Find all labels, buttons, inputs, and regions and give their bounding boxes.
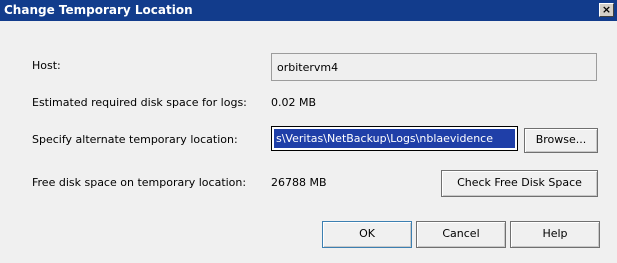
browse-button[interactable]: Browse...	[524, 128, 598, 153]
check-free-disk-space-button[interactable]: Check Free Disk Space	[441, 170, 598, 197]
free-space-value: 26788 MB	[271, 176, 327, 189]
check-free-disk-space-label: Check Free Disk Space	[457, 176, 582, 189]
window-title: Change Temporary Location	[4, 3, 193, 17]
ok-button[interactable]: OK	[322, 221, 412, 248]
change-temporary-location-dialog: Change Temporary Location × Host: orbite…	[0, 0, 617, 263]
host-value: orbitervm4	[277, 61, 339, 74]
cancel-button[interactable]: Cancel	[416, 221, 506, 248]
title-bar[interactable]: Change Temporary Location ×	[0, 0, 617, 21]
cancel-button-label: Cancel	[442, 227, 480, 240]
ok-button-label: OK	[359, 227, 375, 240]
disk-space-value: 0.02 MB	[271, 96, 317, 109]
help-button[interactable]: Help	[510, 221, 600, 248]
help-button-label: Help	[542, 227, 568, 240]
disk-space-label: Estimated required disk space for logs:	[32, 96, 247, 109]
host-field: orbitervm4	[271, 53, 597, 81]
alternate-location-input[interactable]: s\Veritas\NetBackup\Logs\nblaevidence	[271, 126, 518, 151]
close-icon: ×	[601, 3, 612, 16]
close-button[interactable]: ×	[599, 3, 614, 17]
alternate-location-label: Specify alternate temporary location:	[32, 133, 238, 146]
free-space-label: Free disk space on temporary location:	[32, 176, 247, 189]
browse-button-label: Browse...	[535, 133, 587, 146]
host-label: Host:	[32, 59, 61, 72]
alternate-location-value[interactable]: s\Veritas\NetBackup\Logs\nblaevidence	[274, 129, 515, 148]
